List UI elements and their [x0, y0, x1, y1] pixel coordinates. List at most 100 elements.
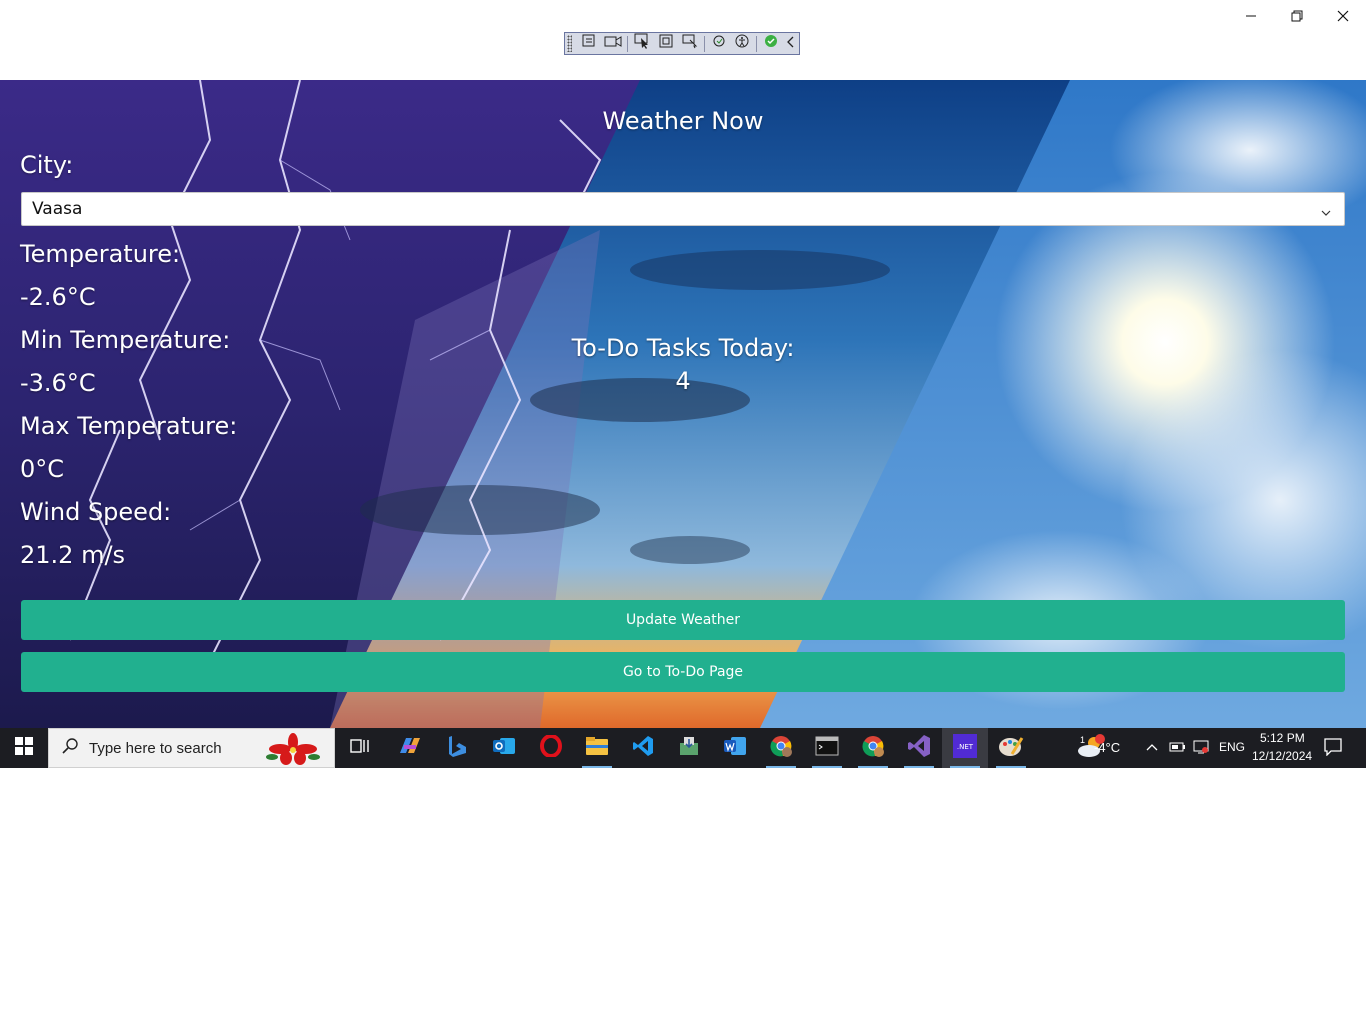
accessibility-icon [734, 33, 750, 54]
clock-date[interactable]: 12/12/2024 [1252, 749, 1312, 763]
layout-bounds-button[interactable] [655, 34, 677, 53]
weather-app: Weather Now City: Vaasa Temperature: -2.… [0, 80, 1366, 728]
weather-notification-badge: 1 [1080, 735, 1086, 745]
max-temperature-label: Max Temperature: [20, 412, 238, 440]
go-to-todo-button[interactable]: Go to To-Do Page [21, 652, 1345, 692]
taskbar-app-installer[interactable] [666, 728, 712, 768]
taskbar-search-box[interactable]: Type here to search [48, 728, 335, 768]
update-weather-button[interactable]: Update Weather [21, 600, 1345, 640]
taskbar-file-explorer[interactable] [574, 728, 620, 768]
chevron-up-icon[interactable] [1145, 740, 1159, 758]
restore-button[interactable] [1274, 0, 1320, 32]
temperature-label: Temperature: [20, 240, 181, 268]
city-label: City: [20, 151, 74, 179]
weather-content: Weather Now City: Vaasa Temperature: -2.… [0, 80, 1366, 728]
video-icon [604, 34, 622, 53]
start-button[interactable] [0, 728, 48, 768]
taskbar-outlook[interactable] [481, 728, 527, 768]
min-temperature-label: Min Temperature: [20, 326, 231, 354]
search-icon [61, 737, 79, 760]
track-focus-icon [682, 33, 698, 54]
max-temperature-value: 0°C [20, 455, 65, 483]
app-installer-icon [678, 735, 700, 762]
collapse-chevron-icon [786, 35, 795, 53]
language-indicator[interactable]: ENG [1219, 740, 1245, 754]
word-icon [723, 735, 747, 762]
running-indicator [996, 766, 1026, 768]
pointer-select-icon [634, 33, 650, 54]
check-icon [763, 33, 779, 54]
taskbar-dotnet-app[interactable]: .NET [942, 728, 988, 768]
running-indicator [812, 766, 842, 768]
svg-text:.NET: .NET [957, 743, 974, 751]
taskbar-copilot[interactable] [386, 728, 432, 768]
running-indicator [904, 766, 934, 768]
taskbar-chrome[interactable] [758, 728, 804, 768]
chevron-down-icon [1320, 203, 1332, 223]
xaml-debug-toolbar [564, 32, 800, 55]
clock-time[interactable]: 5:12 PM [1260, 731, 1305, 745]
file-explorer-icon [585, 736, 609, 761]
wind-speed-value: 21.2 m/s [20, 541, 126, 569]
close-button[interactable] [1320, 0, 1366, 32]
taskbar-vscode[interactable] [620, 728, 666, 768]
taskbar-bing[interactable] [434, 728, 480, 768]
toolbar-separator [627, 35, 629, 52]
running-indicator [950, 766, 980, 768]
terminal-icon [815, 736, 839, 761]
taskbar-terminal[interactable] [804, 728, 850, 768]
chrome-profile-icon [861, 734, 885, 763]
outlook-icon [492, 735, 516, 762]
taskbar-word[interactable] [712, 728, 758, 768]
battery-icon[interactable] [1168, 740, 1186, 759]
layout-bounds-icon [658, 33, 674, 54]
toolbar-grip[interactable] [567, 35, 573, 52]
temperature-value: -2.6°C [20, 283, 96, 311]
windows-logo-icon [15, 736, 33, 760]
weather-temperature: -4°C [1094, 740, 1121, 755]
status-ok-button[interactable] [760, 34, 782, 53]
toolbar-separator [703, 35, 705, 52]
minimize-icon [1245, 10, 1257, 22]
hot-reload-button[interactable] [708, 34, 730, 53]
minimize-button[interactable] [1228, 0, 1274, 32]
todo-tasks-count: 4 [675, 367, 691, 395]
notifications-icon[interactable] [1324, 738, 1342, 761]
taskbar-task-view[interactable] [337, 728, 383, 768]
toolbar-separator [756, 35, 758, 52]
select-element-icon [581, 33, 597, 54]
hot-reload-icon [711, 33, 727, 54]
dotnet-icon: .NET [953, 733, 977, 763]
taskbar-paint[interactable] [988, 728, 1034, 768]
network-icon[interactable] [1192, 739, 1210, 760]
city-selected-value: Vaasa [32, 199, 83, 219]
video-button[interactable] [602, 34, 624, 53]
page-title: Weather Now [602, 107, 764, 135]
pointer-select-button[interactable] [631, 33, 653, 54]
taskbar-visual-studio[interactable] [896, 728, 942, 768]
restore-icon [1291, 10, 1303, 22]
close-icon [1337, 10, 1349, 22]
running-indicator [582, 766, 612, 768]
search-placeholder: Type here to search [89, 739, 222, 757]
city-dropdown[interactable]: Vaasa [21, 192, 1345, 226]
collapse-toolbar-button[interactable] [784, 34, 797, 53]
copilot-icon [396, 735, 422, 762]
taskbar-chrome-profile[interactable] [850, 728, 896, 768]
poinsettia-icon [266, 733, 320, 770]
min-temperature-value: -3.6°C [20, 369, 96, 397]
accessibility-button[interactable] [732, 34, 754, 53]
taskbar-opera[interactable] [528, 728, 574, 768]
vscode-icon [632, 735, 654, 762]
wind-speed-label: Wind Speed: [20, 498, 172, 526]
visual-studio-icon [907, 734, 931, 763]
running-indicator [858, 766, 888, 768]
title-bar [0, 0, 1366, 80]
running-indicator [766, 766, 796, 768]
track-focus-button[interactable] [679, 34, 701, 53]
select-element-button[interactable] [578, 34, 600, 53]
todo-tasks-label: To-Do Tasks Today: [571, 334, 795, 362]
opera-icon [540, 733, 562, 762]
paint-icon [998, 734, 1024, 763]
chrome-icon [769, 734, 793, 763]
